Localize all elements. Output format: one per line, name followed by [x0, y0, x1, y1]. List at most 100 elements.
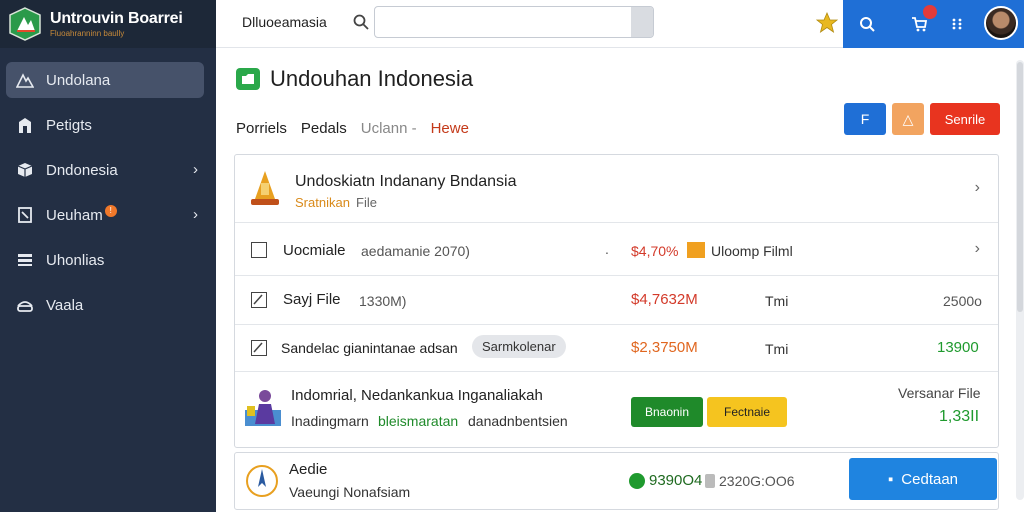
row-title: Indomrial, Nedankankua Inganaliakah: [291, 387, 543, 404]
sidebar-nav: Undolana Petigts Dndonesia › Ueuham ! ›: [0, 48, 216, 323]
notification-badge: [923, 5, 937, 19]
edit-icon[interactable]: [251, 292, 267, 308]
tab-porriels[interactable]: Porriels: [236, 120, 287, 137]
row-sub-c: danadnbentsien: [468, 413, 568, 429]
building-icon: [16, 116, 34, 134]
search-input[interactable]: [375, 7, 631, 37]
person-image-icon: [245, 390, 281, 426]
sidebar-item-ueuham[interactable]: Ueuham ! ›: [6, 197, 204, 233]
chevron-right-icon: ›: [193, 206, 198, 223]
feature-button[interactable]: Fectnaie: [707, 397, 787, 427]
row-col3: Tmi: [765, 341, 789, 357]
row-title: Undoskiatn Indanany Bndansia: [295, 173, 517, 190]
search-icon[interactable]: [857, 14, 877, 34]
row-amount: $2,3750M: [631, 339, 698, 356]
list-item[interactable]: Undoskiatn Indanany Bndansia Sratnikan F…: [235, 155, 998, 223]
row-highlight: Sratnikan: [295, 195, 350, 210]
row-title: Aedie: [289, 461, 328, 478]
row-name: Sandelac gianintanae adsan: [281, 340, 458, 356]
bottom-list-item[interactable]: Aedie Vaeungi Nonafsiam 9390O4 2320G:OO6…: [234, 452, 999, 510]
sidebar-item-uhonlias[interactable]: Uhonlias: [6, 242, 204, 278]
table-row[interactable]: Sandelac gianintanae adsan Sarmkolenar $…: [235, 325, 998, 372]
row-col4: 2500o: [943, 293, 982, 309]
sidebar-item-petigts[interactable]: Petigts: [6, 107, 204, 143]
sidebar-item-label: Dndonesia: [46, 161, 118, 179]
sidebar-item-label: Ueuham: [46, 206, 103, 224]
tab-pedals[interactable]: Pedals: [301, 120, 347, 137]
rocket-icon: [246, 465, 278, 497]
row-col4: 13900: [937, 339, 979, 356]
cloud-icon: [16, 296, 34, 314]
apps-grid-icon[interactable]: [947, 14, 967, 34]
upload-button[interactable]: △: [892, 103, 924, 135]
tab-uclann[interactable]: Uclann -: [361, 120, 417, 137]
file-icon: [705, 474, 715, 488]
folder-icon: [236, 68, 260, 90]
edit-icon[interactable]: [251, 340, 267, 356]
star-icon[interactable]: [816, 12, 838, 34]
table-row[interactable]: Indomrial, Nedankankua Inganaliakah Inad…: [235, 372, 998, 449]
create-button[interactable]: ▪ Cedtaan: [849, 458, 997, 500]
stat-a: 9390O4: [649, 472, 703, 489]
notification-badge: !: [104, 205, 117, 217]
chevron-right-icon[interactable]: ›: [975, 179, 980, 197]
search-submit-button[interactable]: [631, 7, 653, 37]
sidebar: Untrouvin Boarrei Fluoahranninn baully U…: [0, 0, 216, 512]
status-dot-icon: [629, 473, 645, 489]
breadcrumb[interactable]: Dlluoeamasia: [242, 14, 327, 30]
tab-bar: Porriels Pedals Uclann - Hewe: [236, 120, 469, 137]
tab-hewe[interactable]: Hewe: [431, 120, 469, 137]
chevron-right-icon: ›: [193, 161, 198, 178]
status-badge: Sarmkolenar: [472, 335, 566, 358]
row-tag: Uloomp Filml: [711, 243, 793, 259]
avatar[interactable]: [984, 6, 1018, 40]
page-header: Undouhan Indonesia: [236, 66, 473, 92]
checkbox[interactable]: [251, 242, 267, 258]
stat-b: 2320G:OO6: [719, 473, 795, 489]
brand-logo-icon: [9, 7, 41, 41]
brand-title: Untrouvin Boarrei: [50, 10, 183, 27]
brand-subtitle: Fluoahranninn baully: [50, 29, 125, 38]
right-label: Versanar File: [898, 385, 981, 401]
row-subtitle: File: [356, 195, 377, 210]
action-buttons: F △ Senrile: [844, 103, 1000, 135]
page-title: Undouhan Indonesia: [270, 66, 474, 91]
row-desc: aedamanie 2070): [361, 243, 470, 259]
search-box: [374, 6, 654, 38]
sidebar-item-undolana[interactable]: Undolana: [6, 62, 204, 98]
box-icon: [16, 161, 34, 179]
row-desc: 1330M): [359, 293, 407, 309]
sidebar-item-label: Petigts: [46, 116, 92, 134]
row-col3: Tmi: [765, 293, 789, 309]
plus-icon: ▪: [887, 470, 894, 488]
create-button-label: Cedtaan: [901, 470, 959, 488]
service-button[interactable]: Senrile: [930, 103, 1000, 135]
row-name: Uocmiale: [283, 242, 346, 259]
table-row[interactable]: Uocmiale aedamanie 2070) . $4,70% Uloomp…: [235, 223, 998, 276]
sidebar-item-label: Undolana: [46, 71, 111, 89]
right-value: 1,33II: [939, 408, 980, 425]
topbar: Dlluoeamasia: [216, 0, 1024, 48]
download-button[interactable]: Bnaonin: [631, 397, 703, 427]
row-subtitle: Vaeungi Nonafsiam: [289, 484, 411, 500]
sidebar-item-label: Vaala: [46, 296, 84, 314]
row-sub-b: bleismaratan: [378, 413, 459, 429]
row-sub-a: Inadingmarn: [291, 413, 369, 429]
bookmark-icon: [16, 206, 34, 224]
filter-button[interactable]: F: [844, 103, 886, 135]
brand-header[interactable]: Untrouvin Boarrei Fluoahranninn baully: [0, 0, 216, 48]
table-row[interactable]: Sayj File 1330M) $4,7632M Tmi 2500o: [235, 276, 998, 325]
file-tag-icon: [687, 242, 705, 258]
main-content: Undouhan Indonesia Porriels Pedals Uclan…: [216, 48, 1008, 512]
row-amount: $4,7632M: [631, 291, 698, 308]
row-name: Sayj File: [283, 291, 341, 308]
row-amount: $4,70%: [631, 243, 679, 259]
sidebar-item-dndonesia[interactable]: Dndonesia ›: [6, 152, 204, 188]
sidebar-item-vaala[interactable]: Vaala: [6, 287, 204, 323]
sidebar-item-label: Uhonlias: [46, 251, 105, 269]
temple-icon: [251, 171, 279, 205]
chevron-right-icon[interactable]: ›: [975, 240, 980, 258]
search-icon[interactable]: [352, 13, 370, 31]
scrollbar-thumb[interactable]: [1017, 62, 1023, 312]
topbar-actions: [843, 0, 1024, 48]
